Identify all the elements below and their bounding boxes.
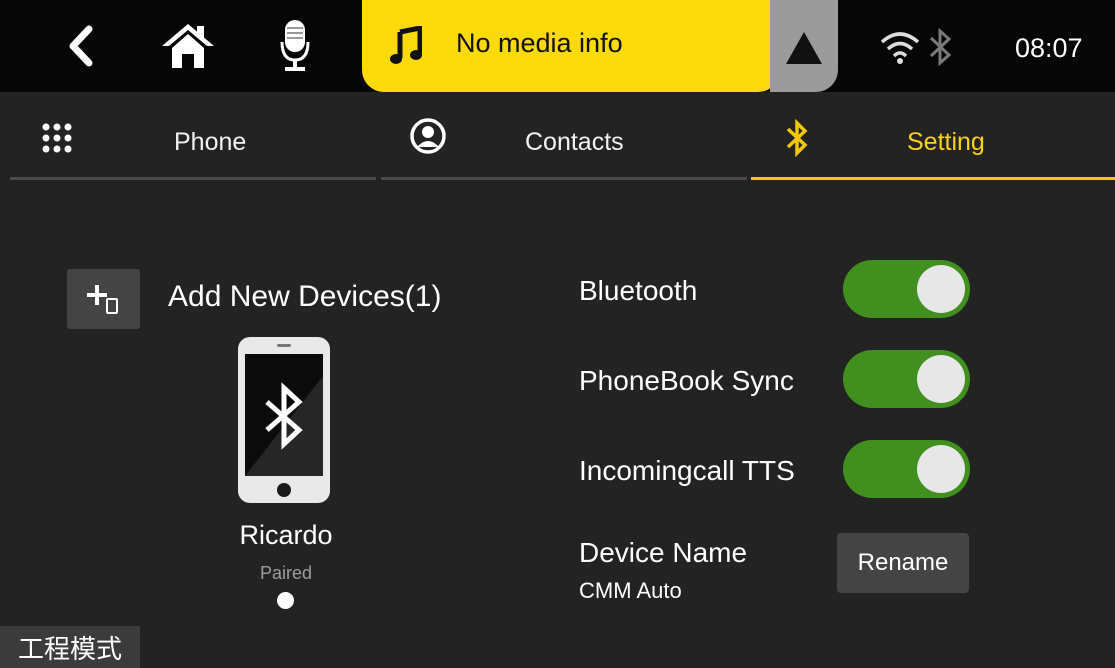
- add-device-icon: [87, 285, 118, 314]
- microphone-icon: [280, 20, 310, 71]
- phonebook-sync-toggle[interactable]: [843, 350, 970, 408]
- device-status-label: Paired: [259, 563, 313, 583]
- home-icon: [162, 24, 214, 68]
- contact-icon: [410, 118, 446, 154]
- bluetooth-icon: [929, 28, 952, 66]
- bluetooth-setting-label: Bluetooth: [579, 275, 698, 306]
- page-indicator-dot: [277, 592, 294, 609]
- wifi-icon: [880, 32, 920, 64]
- tab-phone-label: Phone: [174, 128, 247, 156]
- incomingcall-tts-label: Incomingcall TTS: [579, 455, 795, 486]
- clock: 08:07: [1015, 33, 1083, 63]
- back-button[interactable]: [58, 14, 104, 78]
- bluetooth-icon: [786, 119, 808, 157]
- tab-setting-label: Setting: [907, 128, 985, 156]
- device-name-label: Ricardo: [239, 520, 333, 550]
- paired-device-card[interactable]: [237, 336, 331, 509]
- home-button[interactable]: [158, 14, 218, 78]
- engineering-mode-button[interactable]: 工程模式: [0, 626, 140, 668]
- add-device-button[interactable]: [67, 269, 140, 329]
- music-note-icon: [390, 26, 422, 64]
- voice-button[interactable]: [272, 14, 318, 78]
- bluetooth-phone-icon: [238, 337, 330, 503]
- add-devices-label: Add New Devices(1): [168, 280, 442, 313]
- media-info-bar[interactable]: No media info: [362, 0, 780, 92]
- tab-contacts-indicator: [381, 177, 747, 180]
- rename-button[interactable]: Rename: [837, 533, 969, 593]
- bluetooth-toggle[interactable]: [843, 260, 970, 318]
- incomingcall-tts-toggle[interactable]: [843, 440, 970, 498]
- keypad-icon: [42, 123, 72, 153]
- device-name-title: Device Name: [579, 537, 748, 568]
- toggle-knob: [917, 445, 965, 493]
- status-bar: No media info 08:07: [0, 0, 1115, 92]
- navigation-button[interactable]: [770, 0, 838, 92]
- phonebook-sync-label: PhoneBook Sync: [579, 365, 794, 396]
- toggle-knob: [917, 355, 965, 403]
- tab-contacts-label: Contacts: [525, 128, 624, 156]
- toggle-knob: [917, 265, 965, 313]
- tab-phone-indicator: [10, 177, 376, 180]
- tab-setting-indicator: [751, 177, 1115, 180]
- media-info-text: No media info: [456, 28, 623, 58]
- navigation-arrow-icon: [786, 32, 822, 64]
- chevron-left-icon: [69, 25, 93, 67]
- device-name-value: CMM Auto: [579, 578, 682, 603]
